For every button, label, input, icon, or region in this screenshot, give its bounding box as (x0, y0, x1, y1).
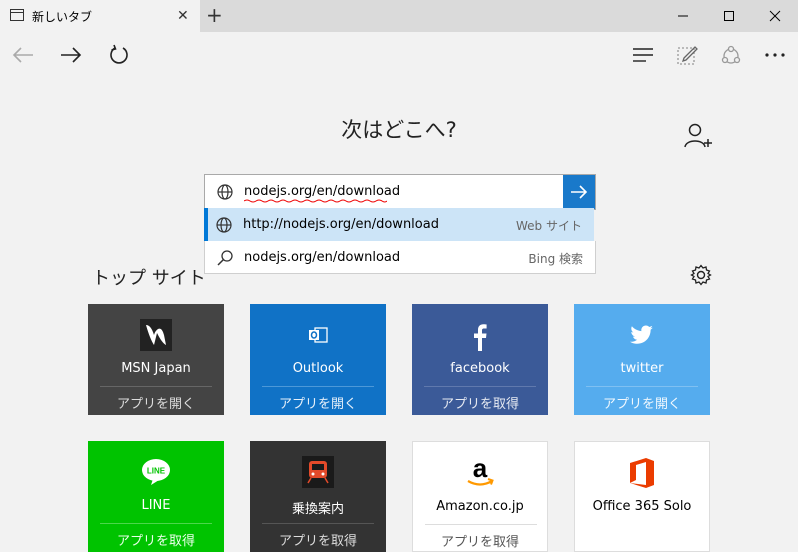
new-tab-button[interactable]: + (206, 4, 223, 26)
web-note-icon (677, 46, 698, 65)
close-icon (769, 10, 781, 22)
site-name: 乗換案内 (291, 502, 344, 517)
suggestion-item-bing[interactable]: nodejs.org/en/download Bing 検索 (204, 241, 596, 274)
globe-icon (217, 184, 233, 200)
globe-icon (216, 217, 232, 233)
tab-title: 新しいタブ (32, 10, 93, 24)
site-action[interactable]: アプリを取得 (413, 531, 547, 550)
gear-icon[interactable] (690, 264, 712, 286)
maximize-button[interactable] (706, 0, 752, 32)
site-name: Outlook (292, 361, 344, 376)
tile-divider (424, 386, 536, 387)
svg-text:LINE: LINE (147, 467, 166, 476)
site-name: Amazon.co.jp (436, 499, 524, 514)
go-arrow-icon (571, 185, 588, 199)
site-tile-office365[interactable]: Office 365 Solo (574, 441, 710, 552)
page-headline: 次はどこへ? (341, 118, 457, 142)
tile-divider (100, 386, 212, 387)
go-button[interactable] (563, 175, 595, 209)
svg-text:a: a (473, 457, 488, 483)
close-window-button[interactable] (752, 0, 798, 32)
refresh-button[interactable] (104, 40, 134, 70)
minimize-icon (678, 15, 688, 17)
amazon-logo-icon: a (413, 456, 547, 490)
outlook-icon (250, 318, 386, 352)
site-action[interactable]: アプリを取得 (412, 393, 548, 412)
suggestion-type: Web サイト (516, 219, 582, 233)
site-tile-norikae[interactable]: 乗換案内 アプリを取得 (250, 441, 386, 552)
forward-arrow-icon (61, 47, 82, 63)
facebook-icon (412, 318, 548, 352)
site-name: Office 365 Solo (592, 499, 692, 514)
office-logo-icon (575, 456, 709, 490)
site-action[interactable]: アプリを取得 (250, 530, 386, 549)
train-icon (250, 455, 386, 489)
site-name: MSN Japan (121, 361, 191, 376)
tab-strip: 新しいタブ ✕ + (0, 0, 798, 32)
tile-divider (425, 524, 537, 525)
site-tile-amazon[interactable]: a Amazon.co.jp アプリを取得 (412, 441, 548, 552)
site-name: facebook (450, 361, 510, 376)
add-profile-icon[interactable] (684, 122, 712, 150)
tile-divider (262, 386, 374, 387)
tab-page-icon (10, 9, 24, 21)
more-button[interactable] (760, 40, 790, 70)
back-button[interactable] (8, 40, 38, 70)
site-action[interactable]: アプリを開く (574, 393, 710, 412)
search-input[interactable]: nodejs.org/en/download (244, 184, 400, 199)
tile-divider (586, 386, 698, 387)
navigation-toolbar (0, 32, 798, 78)
maximize-icon (724, 11, 734, 21)
tab-new-tab[interactable]: 新しいタブ ✕ (0, 0, 200, 32)
site-tile-msn[interactable]: MSN Japan アプリを開く (88, 304, 224, 415)
site-name: LINE (141, 498, 171, 513)
search-icon (217, 250, 233, 266)
line-icon: LINE (88, 455, 224, 489)
spellcheck-underline (244, 199, 387, 203)
more-dots-icon (765, 53, 785, 57)
share-button[interactable] (716, 40, 746, 70)
minimize-button[interactable] (660, 0, 706, 32)
msn-butterfly-icon (88, 318, 224, 352)
twitter-bird-icon (574, 318, 710, 352)
site-action[interactable]: アプリを開く (88, 393, 224, 412)
suggestion-text: http://nodejs.org/en/download (243, 217, 439, 232)
site-tile-line[interactable]: LINE LINE アプリを取得 (88, 441, 224, 552)
site-name: twitter (620, 361, 664, 376)
web-note-button[interactable] (672, 40, 702, 70)
suggestion-item-website[interactable]: http://nodejs.org/en/download Web サイト (204, 208, 594, 241)
site-action[interactable]: アプリを取得 (88, 530, 224, 549)
site-action[interactable]: アプリを開く (250, 393, 386, 412)
refresh-icon (110, 44, 128, 64)
tile-divider (262, 523, 374, 524)
site-tile-outlook[interactable]: Outlook アプリを開く (250, 304, 386, 415)
hub-icon (633, 48, 653, 62)
tab-close-button[interactable]: ✕ (177, 8, 189, 24)
forward-button[interactable] (56, 40, 86, 70)
tile-divider (100, 523, 212, 524)
share-icon (721, 45, 741, 64)
site-tile-facebook[interactable]: facebook アプリを取得 (412, 304, 548, 415)
top-sites-title: トップ サイト (92, 268, 206, 289)
hub-button[interactable] (628, 40, 658, 70)
back-arrow-icon (12, 47, 33, 63)
suggestion-text: nodejs.org/en/download (244, 250, 401, 265)
suggestion-type: Bing 検索 (528, 252, 583, 266)
address-search-box[interactable]: nodejs.org/en/download (204, 174, 596, 210)
site-tile-twitter[interactable]: twitter アプリを開く (574, 304, 710, 415)
